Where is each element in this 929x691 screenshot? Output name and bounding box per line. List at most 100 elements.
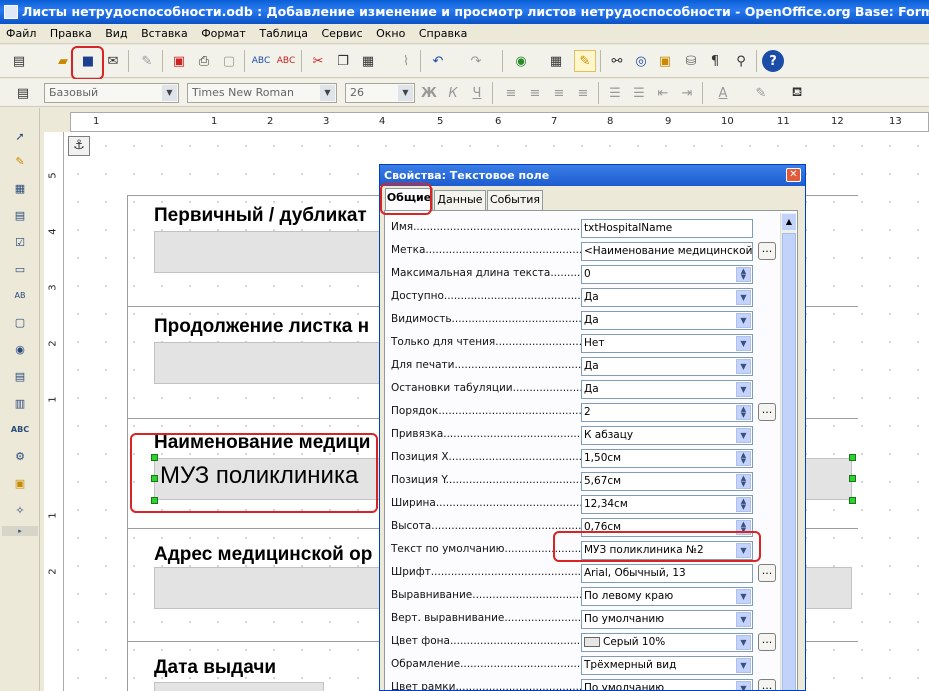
spinner-icon[interactable]: ▲ ▼	[736, 474, 751, 489]
more-controls-icon[interactable]: ⚙	[9, 445, 31, 467]
gallery-icon[interactable]: ▣	[654, 50, 676, 72]
autospell-icon[interactable]: ABC	[275, 50, 297, 72]
find-replace-icon[interactable]: ⚯	[606, 50, 628, 72]
property-value[interactable]: 0 ▲ ▼	[581, 265, 753, 284]
chevron-down-icon[interactable]: ▼	[736, 359, 751, 374]
ellipsis-button[interactable]: ...	[758, 242, 776, 260]
cut-icon[interactable]: ✂	[307, 50, 329, 72]
chevron-down-icon[interactable]: ▼	[736, 428, 751, 443]
control-properties-icon[interactable]: ▦	[9, 177, 31, 199]
redo-icon[interactable]: ↷	[465, 50, 487, 72]
align-center-icon[interactable]: ≡	[524, 82, 546, 104]
checkbox-icon[interactable]: ☑	[9, 231, 31, 253]
navigator-icon[interactable]: ◎	[630, 50, 652, 72]
menu-insert[interactable]: Вставка	[136, 24, 193, 44]
form-design-icon[interactable]: ▣	[9, 472, 31, 494]
show-draw-functions-icon[interactable]: ✎	[574, 50, 596, 72]
tab-events[interactable]: События	[487, 190, 543, 210]
italic-icon[interactable]: К	[442, 82, 464, 104]
ellipsis-button[interactable]: ...	[758, 564, 776, 582]
highlighting-icon[interactable]: ✎	[750, 82, 772, 104]
option-button-icon[interactable]: ◉	[9, 338, 31, 360]
decrease-indent-icon[interactable]: ⇤	[652, 82, 674, 104]
edit-file-icon[interactable]: ✎	[136, 50, 158, 72]
spellcheck-icon[interactable]: ABC	[250, 50, 272, 72]
chevron-down-icon[interactable]: ▼	[736, 589, 751, 604]
format-paintbrush-icon[interactable]: ⌇	[395, 50, 417, 72]
property-value[interactable]: 1,50см ▲ ▼	[581, 449, 753, 468]
nonprinting-chars-icon[interactable]: ¶	[704, 50, 726, 72]
chevron-down-icon[interactable]: ▼	[736, 336, 751, 351]
undo-icon[interactable]: ↶	[427, 50, 449, 72]
menu-view[interactable]: Вид	[100, 24, 132, 44]
menu-format[interactable]: Формат	[196, 24, 251, 44]
property-value[interactable]: Да ▼	[581, 380, 753, 399]
copy-icon[interactable]: ❐	[332, 50, 354, 72]
property-value[interactable]: Нет ▼	[581, 334, 753, 353]
chevron-down-icon[interactable]: ▼	[736, 635, 751, 650]
numbering-icon[interactable]: ☰	[604, 82, 626, 104]
select-pointer-icon[interactable]: ➚	[9, 125, 31, 147]
text-box-icon[interactable]: ▭	[9, 258, 31, 280]
property-value[interactable]: <Наименование медицинской орг	[581, 242, 753, 261]
toolbar-expand-icon[interactable]: ▸	[2, 526, 38, 536]
property-value[interactable]: Arial, Обычный, 13	[581, 564, 753, 583]
chevron-down-icon[interactable]: ▼	[736, 681, 751, 690]
property-value[interactable]: 12,34см ▲ ▼	[581, 495, 753, 514]
ellipsis-button[interactable]: ...	[758, 679, 776, 690]
chevron-down-icon[interactable]: ▼	[736, 382, 751, 397]
chevron-down-icon[interactable]: ▼	[736, 612, 751, 627]
menu-tools[interactable]: Сервис	[317, 24, 368, 44]
export-pdf-icon[interactable]: ▣	[168, 50, 190, 72]
print-icon[interactable]: ⎙	[193, 50, 215, 72]
design-mode-icon[interactable]: ✎	[9, 150, 31, 172]
bold-icon[interactable]: Ж	[418, 82, 440, 104]
spinner-icon[interactable]: ▲ ▼	[736, 405, 751, 420]
paste-icon[interactable]: ▦	[357, 50, 379, 72]
chevron-down-icon[interactable]: ▼	[736, 658, 751, 673]
property-value[interactable]: Да ▼	[581, 357, 753, 376]
hyperlink-icon[interactable]: ◉	[510, 50, 532, 72]
spinner-icon[interactable]: ▲ ▼	[736, 267, 751, 282]
selection-handle[interactable]	[849, 497, 856, 504]
push-button-icon[interactable]: ▢	[9, 311, 31, 333]
menu-file[interactable]: Файл	[0, 24, 41, 44]
background-color-icon[interactable]: ⛾	[786, 82, 808, 104]
list-box-icon[interactable]: ▤	[9, 365, 31, 387]
email-icon[interactable]: ✉	[102, 50, 124, 72]
spinner-icon[interactable]: ▲ ▼	[736, 451, 751, 466]
property-value[interactable]: 5,67см ▲ ▼	[581, 472, 753, 491]
spinner-icon[interactable]: ▲ ▼	[736, 497, 751, 512]
chevron-down-icon[interactable]: ▼	[736, 290, 751, 305]
wizards-icon[interactable]: ✧	[9, 499, 31, 521]
underline-icon[interactable]: Ч	[466, 82, 488, 104]
menu-edit[interactable]: Правка	[45, 24, 97, 44]
data-sources-icon[interactable]: ⛁	[680, 50, 702, 72]
zoom-icon[interactable]: ⚲	[730, 50, 752, 72]
label-icon[interactable]: ABC	[9, 418, 31, 440]
bullets-icon[interactable]: ☰	[628, 82, 650, 104]
page-preview-icon[interactable]: ▢	[218, 50, 240, 72]
form-properties-icon[interactable]: ▤	[9, 204, 31, 226]
align-right-icon[interactable]: ≡	[548, 82, 570, 104]
property-value[interactable]: Да ▼	[581, 311, 753, 330]
label-field-icon[interactable]: AB	[9, 284, 31, 306]
property-value[interactable]: Трёхмерный вид ▼	[581, 656, 753, 675]
menu-table[interactable]: Таблица	[254, 24, 313, 44]
property-value[interactable]: К абзацу ▼	[581, 426, 753, 445]
increase-indent-icon[interactable]: ⇥	[676, 82, 698, 104]
property-value[interactable]: По умолчанию ▼	[581, 679, 753, 690]
tab-data[interactable]: Данные	[434, 190, 486, 210]
styles-icon[interactable]: ▤	[12, 82, 34, 104]
property-value[interactable]: Серый 10% ▼	[581, 633, 753, 652]
combo-box-icon[interactable]: ▥	[9, 392, 31, 414]
ellipsis-button[interactable]: ...	[758, 633, 776, 651]
property-value[interactable]: txtHospitalName	[581, 219, 753, 238]
font-size-select[interactable]: 26 ▼	[345, 83, 415, 103]
property-value[interactable]: Да ▼	[581, 288, 753, 307]
close-icon[interactable]: ✕	[786, 168, 801, 182]
property-value[interactable]: По левому краю ▼	[581, 587, 753, 606]
property-value[interactable]: По умолчанию ▼	[581, 610, 753, 629]
issue-date-field[interactable]	[154, 682, 324, 691]
ellipsis-button[interactable]: ...	[758, 403, 776, 421]
